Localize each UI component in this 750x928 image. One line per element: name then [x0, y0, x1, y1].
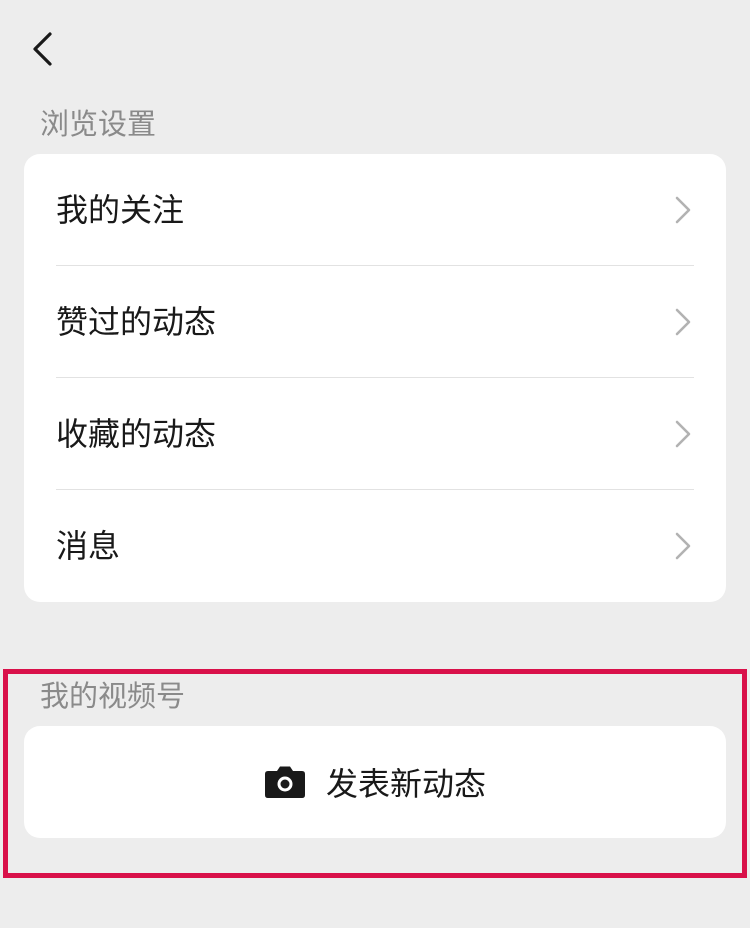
chevron-right-icon [674, 420, 692, 448]
chevron-right-icon [674, 308, 692, 336]
menu-item-label: 赞过的动态 [56, 303, 217, 341]
menu-item-my-follows[interactable]: 我的关注 [24, 154, 726, 266]
back-button[interactable] [26, 28, 66, 72]
camera-icon [264, 766, 306, 798]
publish-button-label: 发表新动态 [325, 765, 486, 803]
publish-button-content: 发表新动态 [264, 759, 486, 805]
menu-item-label: 收藏的动态 [56, 415, 217, 453]
menu-item-label: 消息 [56, 527, 121, 565]
chevron-left-icon [26, 28, 66, 72]
my-channel-title: 我的视频号 [40, 679, 186, 713]
chevron-right-icon [674, 532, 692, 560]
menu-item-messages[interactable]: 消息 [24, 490, 726, 602]
browse-settings-title: 浏览设置 [40, 107, 157, 141]
menu-item-liked-posts[interactable]: 赞过的动态 [24, 266, 726, 378]
chevron-right-icon [674, 196, 692, 224]
publish-new-post-button[interactable]: 发表新动态 [24, 726, 726, 838]
menu-item-saved-posts[interactable]: 收藏的动态 [24, 378, 726, 490]
menu-item-label: 我的关注 [56, 191, 185, 229]
browse-settings-card: 我的关注 赞过的动态 收藏的动态 消息 [24, 154, 726, 602]
